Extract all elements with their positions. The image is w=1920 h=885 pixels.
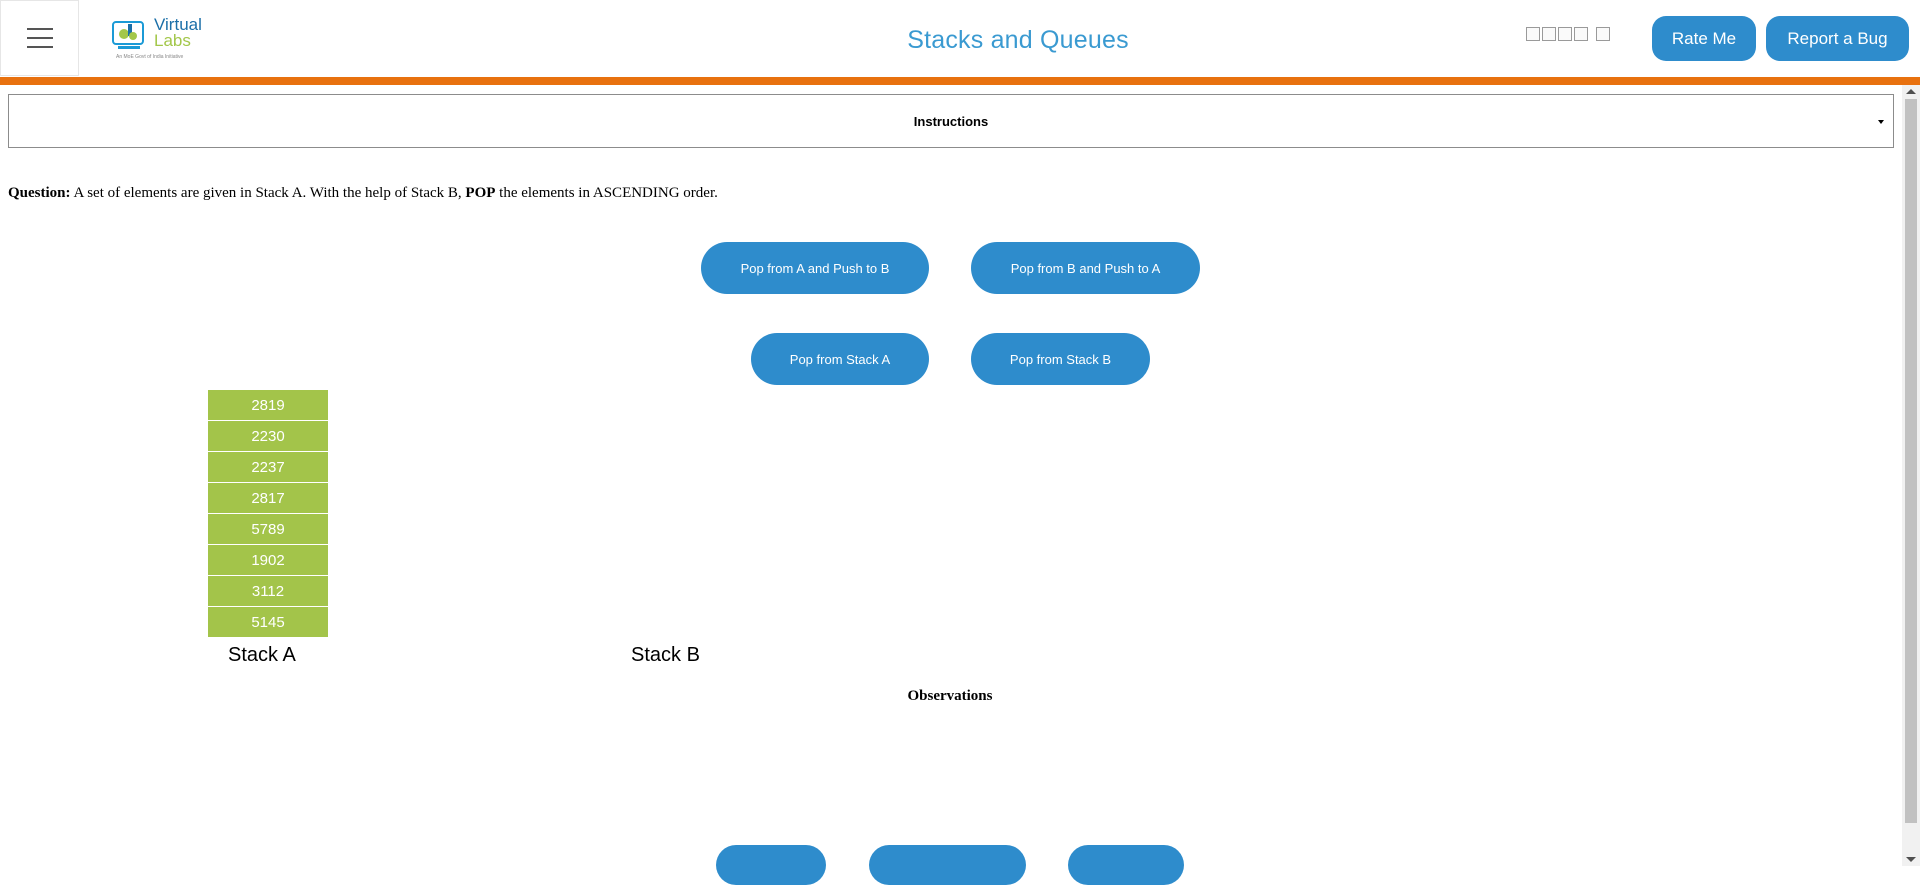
bottom-action-button[interactable] — [716, 845, 826, 885]
star-icon[interactable] — [1558, 27, 1572, 41]
vertical-scrollbar[interactable] — [1902, 85, 1920, 866]
pop-a-push-b-button[interactable]: Pop from A and Push to B — [701, 242, 929, 294]
question-prefix: Question: — [8, 185, 71, 201]
question-body-1: A set of elements are given in Stack A. … — [70, 185, 466, 201]
stack-a-item: 5145 — [208, 607, 328, 637]
stack-a-item: 5789 — [208, 514, 328, 544]
header-divider — [0, 77, 1920, 85]
rate-me-button[interactable]: Rate Me — [1652, 16, 1756, 61]
stack-a-item: 2819 — [208, 390, 328, 420]
pop-b-push-a-button[interactable]: Pop from B and Push to A — [971, 242, 1200, 294]
stack-a-item: 2817 — [208, 483, 328, 513]
star-icon[interactable] — [1574, 27, 1588, 41]
star-icon[interactable] — [1526, 27, 1540, 41]
scroll-thumb[interactable] — [1905, 99, 1917, 823]
page-title: Stacks and Queues — [907, 26, 1129, 54]
stack-a-item: 3112 — [208, 576, 328, 606]
star-icon[interactable] — [1542, 27, 1556, 41]
instructions-dropdown[interactable]: Instructions — [8, 94, 1894, 148]
scroll-up-icon[interactable] — [1906, 89, 1916, 94]
header: Virtual Labs An MoE Govt of India Initia… — [0, 0, 1920, 77]
report-bug-button[interactable]: Report a Bug — [1766, 16, 1909, 61]
stack-b-label: Stack B — [631, 644, 700, 666]
bottom-action-button[interactable] — [869, 845, 1026, 885]
instructions-label: Instructions — [913, 113, 989, 129]
rating-stars[interactable] — [1526, 27, 1610, 41]
pop-stack-b-button[interactable]: Pop from Stack B — [971, 333, 1150, 385]
stack-a-label: Stack A — [228, 644, 296, 666]
question-body-2: the elements in ASCENDING order. — [495, 185, 718, 201]
stack-a-item: 2230 — [208, 421, 328, 451]
observations-heading: Observations — [907, 688, 993, 704]
scroll-down-icon[interactable] — [1906, 857, 1916, 862]
pop-stack-a-button[interactable]: Pop from Stack A — [751, 333, 929, 385]
bottom-action-button[interactable] — [1068, 845, 1184, 885]
star-icon[interactable] — [1596, 27, 1610, 41]
stack-a: 2819 2230 2237 2817 5789 1902 3112 5145 — [208, 390, 328, 638]
stack-a-item: 2237 — [208, 452, 328, 482]
question-text: Question: A set of elements are given in… — [8, 185, 718, 202]
stack-a-item: 1902 — [208, 545, 328, 575]
question-emphasis: POP — [465, 185, 496, 201]
caret-down-icon — [1878, 120, 1884, 124]
